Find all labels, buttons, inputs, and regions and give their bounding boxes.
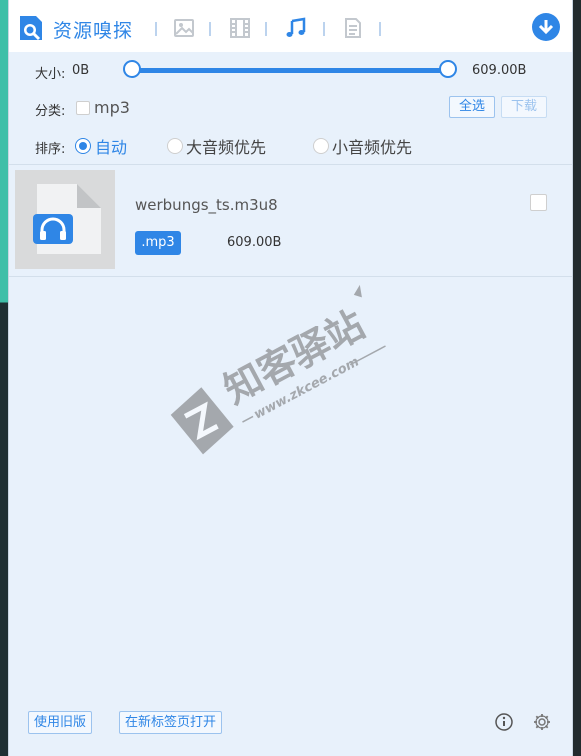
audio-file-icon bbox=[33, 184, 101, 254]
use-old-version-button[interactable]: 使用旧版 bbox=[28, 711, 93, 734]
download-all-button[interactable] bbox=[532, 13, 560, 41]
category-label: 分类: bbox=[35, 104, 66, 119]
watermark: 知客驿站 www.zkcee.com bbox=[149, 270, 449, 480]
tab-separator bbox=[265, 22, 267, 36]
app-logo-icon bbox=[20, 16, 42, 41]
tab-separator bbox=[323, 22, 325, 36]
size-max-value: 609.00B bbox=[472, 63, 527, 78]
select-all-button[interactable]: 全选 bbox=[449, 96, 495, 118]
header: 资源嗅探 bbox=[9, 0, 572, 52]
sort-small-first-label[interactable]: 小音频优先 bbox=[332, 134, 412, 158]
item-type-badge[interactable]: .mp3 bbox=[135, 231, 181, 255]
tab-separator bbox=[209, 22, 211, 36]
sort-large-first-label[interactable]: 大音频优先 bbox=[186, 134, 266, 158]
sort-auto-label[interactable]: 自动 bbox=[95, 134, 127, 158]
tab-separator bbox=[155, 22, 157, 36]
size-slider-max-handle[interactable] bbox=[439, 60, 457, 78]
document-icon[interactable] bbox=[342, 17, 364, 39]
item-thumbnail bbox=[15, 170, 115, 269]
item-size: 609.00B bbox=[227, 235, 282, 250]
mp3-checkbox[interactable] bbox=[76, 101, 90, 115]
size-slider-min-handle[interactable] bbox=[123, 60, 141, 78]
app-title: 资源嗅探 bbox=[53, 20, 134, 42]
item-checkbox[interactable] bbox=[530, 194, 547, 211]
sort-label: 排序: bbox=[35, 142, 66, 157]
music-icon[interactable] bbox=[285, 17, 307, 39]
item-file-name: werbungs_ts.m3u8 bbox=[135, 196, 278, 214]
size-min-value: 0B bbox=[72, 63, 90, 78]
sort-large-first-radio[interactable] bbox=[167, 138, 183, 154]
download-icon bbox=[538, 20, 554, 35]
size-slider-track[interactable] bbox=[132, 68, 449, 73]
sort-small-first-radio[interactable] bbox=[313, 138, 329, 154]
tab-separator bbox=[379, 22, 381, 36]
info-icon[interactable] bbox=[494, 712, 514, 732]
watermark-logo: 知客驿站 www.zkcee.com bbox=[170, 284, 386, 455]
download-selected-button[interactable]: 下载 bbox=[501, 96, 547, 118]
sort-auto-radio[interactable] bbox=[75, 138, 91, 154]
video-icon[interactable] bbox=[229, 17, 251, 39]
open-in-new-tab-button[interactable]: 在新标签页打开 bbox=[119, 711, 223, 734]
size-label: 大小: bbox=[35, 67, 66, 82]
image-icon[interactable] bbox=[173, 17, 195, 39]
sniffer-popup: 资源嗅探 大小: 0B 609.00B 分类: mp3 全选 下载 排序: 自动… bbox=[8, 0, 573, 756]
mp3-category-label: mp3 bbox=[94, 98, 130, 117]
settings-gear-icon[interactable] bbox=[532, 712, 552, 732]
